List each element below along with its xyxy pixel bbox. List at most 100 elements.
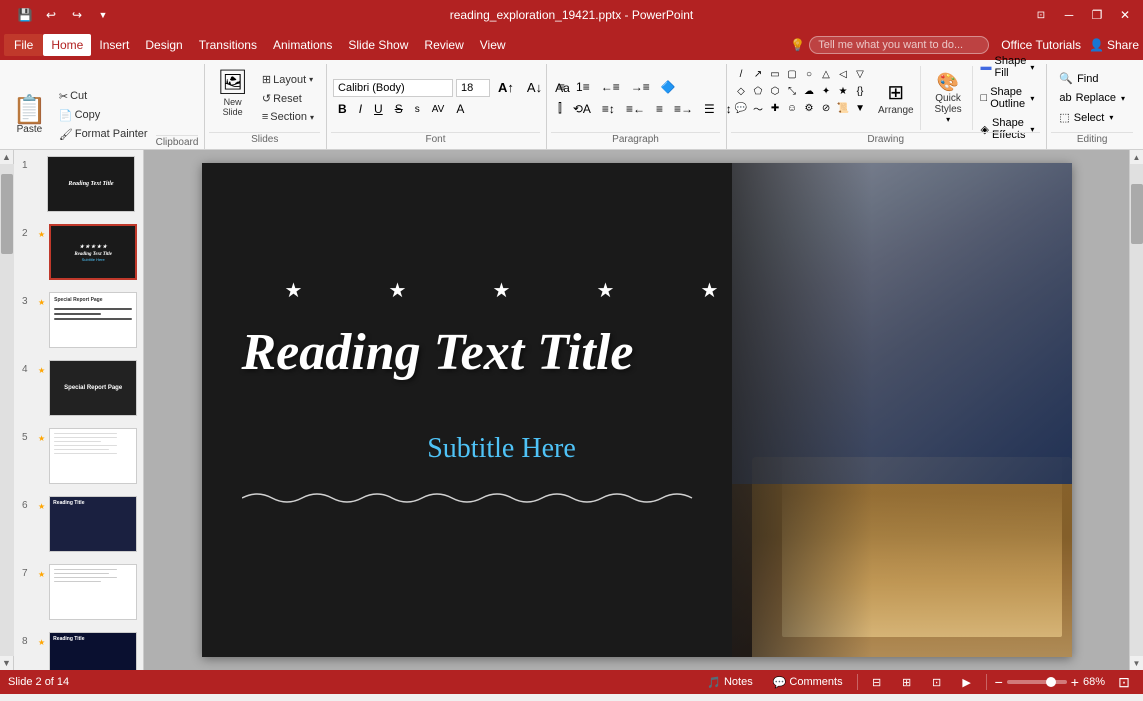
slide-2-thumbnail[interactable]: ★ ★ ★ ★ ★ Reading Text Title Subtitle He…	[49, 224, 137, 280]
slide-sorter-button[interactable]: ⊞	[896, 673, 918, 691]
menu-animations[interactable]: Animations	[265, 34, 340, 56]
scroll-down-button[interactable]: ▼	[0, 656, 14, 670]
decrease-indent-button[interactable]: ←≡	[596, 78, 625, 96]
shape-wave[interactable]: 〜	[750, 100, 766, 116]
char-spacing-button[interactable]: AV	[427, 102, 450, 117]
slide-5-thumbnail[interactable]	[49, 428, 137, 484]
customize-qat-button[interactable]: ▼	[92, 4, 114, 26]
maximize-button[interactable]: ❐	[1087, 5, 1107, 25]
shadow-button[interactable]: s	[410, 102, 425, 117]
bold-button[interactable]: B	[333, 100, 352, 118]
zoom-plus-button[interactable]: +	[1071, 674, 1079, 690]
shape-brace[interactable]: {}	[852, 83, 868, 99]
shape-callout[interactable]: 💬	[733, 100, 749, 116]
scroll-thumb[interactable]	[1, 174, 13, 254]
align-center-button[interactable]: ≡	[651, 100, 668, 118]
search-input[interactable]	[809, 36, 989, 54]
slide-4-thumbnail[interactable]: Special Report Page	[49, 360, 137, 416]
slide-3-thumbnail[interactable]: Special Report Page	[49, 292, 137, 348]
reset-button[interactable]: ↺Reset	[258, 90, 318, 107]
right-scroll-down[interactable]: ▼	[1130, 656, 1143, 670]
layout-button[interactable]: ⊞Layout▾	[258, 71, 318, 88]
shape-flarrow[interactable]: ⤡	[784, 83, 800, 99]
shape-cross[interactable]: ✚	[767, 100, 783, 116]
increase-indent-button[interactable]: →≡	[626, 78, 655, 96]
slide-thumb-6[interactable]: 6 ★ Reading Title	[14, 490, 143, 558]
menu-transitions[interactable]: Transitions	[191, 34, 265, 56]
reading-view-button[interactable]: ⊡	[926, 673, 948, 691]
cut-button[interactable]: ✂Cut	[55, 88, 152, 105]
shape-star5[interactable]: ★	[835, 83, 851, 99]
shape-hex[interactable]: ⬡	[767, 83, 783, 99]
menu-slideshow[interactable]: Slide Show	[340, 34, 416, 56]
shape-circle[interactable]: ○	[801, 66, 817, 82]
menu-home[interactable]: Home	[43, 34, 91, 56]
redo-button[interactable]: ↪	[66, 4, 88, 26]
normal-view-button[interactable]: ⊟	[866, 673, 888, 691]
menu-review[interactable]: Review	[416, 34, 471, 56]
slide-8-thumbnail[interactable]: Reading Title	[49, 632, 137, 670]
numbered-list-button[interactable]: 1≡	[571, 78, 595, 96]
slide-canvas[interactable]: ★ ★ ★ ★ ★ Reading Text Title Subtitle He…	[202, 163, 1072, 657]
notes-button[interactable]: 🎵 Notes	[701, 674, 758, 691]
shape-fill-button[interactable]: ▬ Shape Fill ▾	[977, 53, 1039, 81]
shape-kite[interactable]: ◇	[733, 83, 749, 99]
shape-arrow[interactable]: ↗	[750, 66, 766, 82]
justify-button[interactable]: ☰	[699, 100, 720, 118]
smart-art-button[interactable]: 🔷	[656, 78, 681, 96]
align-right-button[interactable]: ≡→	[669, 100, 698, 118]
align-text-button[interactable]: ≡↕	[597, 100, 620, 118]
slide-thumb-7[interactable]: 7 ★	[14, 558, 143, 626]
minimize-button[interactable]: ─	[1059, 5, 1079, 25]
slide-subtitle[interactable]: Subtitle Here	[242, 433, 762, 465]
shape-more[interactable]: ▽	[852, 66, 868, 82]
slide-7-thumbnail[interactable]	[49, 564, 137, 620]
font-name-input[interactable]	[333, 79, 453, 97]
font-size-input[interactable]	[456, 79, 490, 97]
menu-file[interactable]: File	[4, 34, 43, 56]
undo-button[interactable]: ↩	[40, 4, 62, 26]
menu-insert[interactable]: Insert	[91, 34, 137, 56]
shape-rect[interactable]: ▭	[767, 66, 783, 82]
copy-button[interactable]: 📄Copy	[55, 107, 152, 124]
save-button[interactable]: 💾	[14, 4, 36, 26]
shape-ban[interactable]: ⊘	[818, 100, 834, 116]
shape-cloud[interactable]: ☁	[801, 83, 817, 99]
comments-button[interactable]: 💬 Comments	[767, 674, 849, 691]
slide-thumb-8[interactable]: 8 ★ Reading Title	[14, 626, 143, 670]
shape-tri[interactable]: △	[818, 66, 834, 82]
select-button[interactable]: ⬚Select ▾	[1053, 109, 1131, 126]
shape-scroll[interactable]: 📜	[835, 100, 851, 116]
shape-outline-button[interactable]: □ Shape Outline ▾	[977, 84, 1039, 112]
slide-thumb-5[interactable]: 5 ★	[14, 422, 143, 490]
zoom-minus-button[interactable]: −	[995, 674, 1003, 690]
slide-thumb-2[interactable]: 2 ★ ★ ★ ★ ★ ★ Reading Text Title Subtitl…	[14, 218, 143, 286]
bullet-list-button[interactable]: ≡	[553, 78, 570, 96]
quick-styles-button[interactable]: 🎨 Quick Styles ▾	[925, 66, 973, 130]
shape-line[interactable]: /	[733, 66, 749, 82]
slide-1-thumbnail[interactable]: Reading Text Title	[47, 156, 135, 212]
slide-thumb-3[interactable]: 3 ★ Special Report Page	[14, 286, 143, 354]
office-tutorials-link[interactable]: Office Tutorials	[1001, 38, 1081, 52]
shape-pent[interactable]: ⬠	[750, 83, 766, 99]
scroll-up-button[interactable]: ▲	[0, 150, 14, 164]
zoom-slider[interactable]	[1007, 680, 1067, 684]
font-color-button[interactable]: A	[451, 100, 469, 118]
format-painter-button[interactable]: 🖌Format Painter	[55, 126, 152, 143]
italic-button[interactable]: I	[354, 100, 367, 118]
text-direction-button[interactable]: ⟲A	[568, 100, 596, 118]
menu-design[interactable]: Design	[137, 34, 190, 56]
arrange-button[interactable]: ⊞ Arrange	[872, 66, 921, 130]
right-scroll-up[interactable]: ▲	[1130, 150, 1143, 164]
share-button[interactable]: 👤 Share	[1089, 38, 1139, 52]
restore-button[interactable]: ⊡	[1031, 5, 1051, 25]
shape-smile[interactable]: ☺	[784, 100, 800, 116]
slide-6-thumbnail[interactable]: Reading Title	[49, 496, 137, 552]
shape-rrect[interactable]: ▢	[784, 66, 800, 82]
new-slide-button[interactable]: 🖼 NewSlide	[211, 66, 253, 130]
slide-thumb-1[interactable]: 1 Reading Text Title	[14, 150, 143, 218]
replace-button[interactable]: abReplace ▾	[1053, 90, 1131, 106]
shape-down[interactable]: ▼	[852, 100, 868, 116]
zoom-slider-thumb[interactable]	[1046, 677, 1056, 687]
menu-view[interactable]: View	[472, 34, 514, 56]
